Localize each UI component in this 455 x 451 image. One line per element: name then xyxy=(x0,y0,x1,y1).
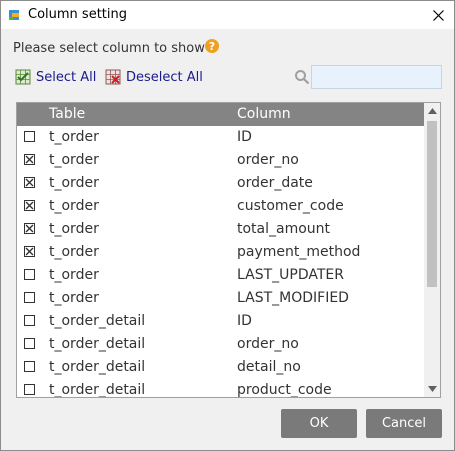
cell-table: t_order xyxy=(49,152,99,168)
checked-x-icon xyxy=(25,247,34,256)
ok-button[interactable]: OK xyxy=(281,409,357,438)
cell-table: t_order xyxy=(49,221,99,237)
header-column[interactable]: Column xyxy=(237,106,291,122)
row-checkbox[interactable] xyxy=(24,292,35,303)
column-grid: Table Column t_order ID t_order order_no t_o… xyxy=(16,102,441,398)
table-row[interactable]: t_order customer_code xyxy=(17,195,424,218)
cell-column: detail_no xyxy=(237,359,301,375)
table-row[interactable]: t_order LAST_UPDATER xyxy=(17,264,424,287)
deselect-all-label: Deselect All xyxy=(126,69,203,85)
row-checkbox[interactable] xyxy=(24,315,35,326)
table-row[interactable]: t_order_detail detail_no xyxy=(17,356,424,379)
cell-table: t_order_detail xyxy=(49,313,146,329)
close-icon xyxy=(432,9,444,21)
table-row[interactable]: t_order_detail ID xyxy=(17,310,424,333)
deselect-all-button[interactable]: Deselect All xyxy=(105,69,203,85)
search-input[interactable] xyxy=(311,65,442,89)
cell-column: order_no xyxy=(237,336,299,352)
vertical-scrollbar[interactable] xyxy=(424,103,440,397)
scroll-thumb[interactable] xyxy=(427,121,437,287)
cell-column: ID xyxy=(237,313,252,329)
help-icon[interactable]: ? xyxy=(205,39,219,53)
cell-column: order_no xyxy=(237,152,299,168)
table-row[interactable]: t_order_detail product_code xyxy=(17,379,424,398)
cell-column: LAST_UPDATER xyxy=(237,267,344,283)
checked-x-icon xyxy=(25,178,34,187)
header-table[interactable]: Table xyxy=(49,106,85,122)
column-setting-dialog: Column setting Please select column to s… xyxy=(0,0,455,451)
grid-rows: t_order ID t_order order_no t_order order_dat… xyxy=(17,126,424,398)
table-row[interactable]: t_order payment_method xyxy=(17,241,424,264)
app-logo-icon xyxy=(9,10,19,20)
cell-column: total_amount xyxy=(237,221,331,237)
cell-column: product_code xyxy=(237,382,332,398)
cell-column: LAST_MODIFIED xyxy=(237,290,349,306)
cell-table: t_order_detail xyxy=(49,359,146,375)
grid-header: Table Column xyxy=(17,103,424,126)
window-title: Column setting xyxy=(28,7,127,22)
cell-table: t_order_detail xyxy=(49,382,146,398)
table-row[interactable]: t_order_detail order_no xyxy=(17,333,424,356)
row-checkbox[interactable] xyxy=(24,200,35,211)
checked-x-icon xyxy=(25,155,34,164)
cell-table: t_order xyxy=(49,198,99,214)
select-all-button[interactable]: Select All xyxy=(15,69,96,85)
checked-x-icon xyxy=(25,224,34,233)
row-checkbox[interactable] xyxy=(24,177,35,188)
table-row[interactable]: t_order ID xyxy=(17,126,424,149)
row-checkbox[interactable] xyxy=(24,269,35,280)
arrow-down-icon xyxy=(427,386,437,392)
cell-table: t_order xyxy=(49,175,99,191)
table-row[interactable]: t_order total_amount xyxy=(17,218,424,241)
table-row[interactable]: t_order order_no xyxy=(17,149,424,172)
table-row[interactable]: t_order LAST_MODIFIED xyxy=(17,287,424,310)
row-checkbox[interactable] xyxy=(24,154,35,165)
cell-column: payment_method xyxy=(237,244,361,260)
cell-table: t_order xyxy=(49,290,99,306)
search-icon xyxy=(295,70,310,85)
row-checkbox[interactable] xyxy=(24,223,35,234)
instruction-text: Please select column to show xyxy=(13,41,205,56)
select-all-label: Select All xyxy=(36,69,97,85)
scroll-up-button[interactable] xyxy=(424,103,440,119)
row-checkbox[interactable] xyxy=(24,361,35,372)
cell-table: t_order xyxy=(49,267,99,283)
scroll-down-button[interactable] xyxy=(424,381,440,397)
cell-table: t_order_detail xyxy=(49,336,146,352)
cell-column: order_date xyxy=(237,175,313,191)
title-bar: Column setting xyxy=(1,1,454,29)
arrow-up-icon xyxy=(427,108,437,114)
cell-table: t_order xyxy=(49,129,99,145)
cancel-button[interactable]: Cancel xyxy=(366,409,442,438)
table-row[interactable]: t_order order_date xyxy=(17,172,424,195)
checked-x-icon xyxy=(25,201,34,210)
row-checkbox[interactable] xyxy=(24,246,35,257)
row-checkbox[interactable] xyxy=(24,338,35,349)
close-button[interactable] xyxy=(422,1,454,29)
cell-table: t_order xyxy=(49,244,99,260)
row-checkbox[interactable] xyxy=(24,384,35,395)
select-all-icon xyxy=(15,69,31,85)
cell-column: customer_code xyxy=(237,198,344,214)
row-checkbox[interactable] xyxy=(24,131,35,142)
deselect-all-icon xyxy=(105,69,121,85)
cell-column: ID xyxy=(237,129,252,145)
